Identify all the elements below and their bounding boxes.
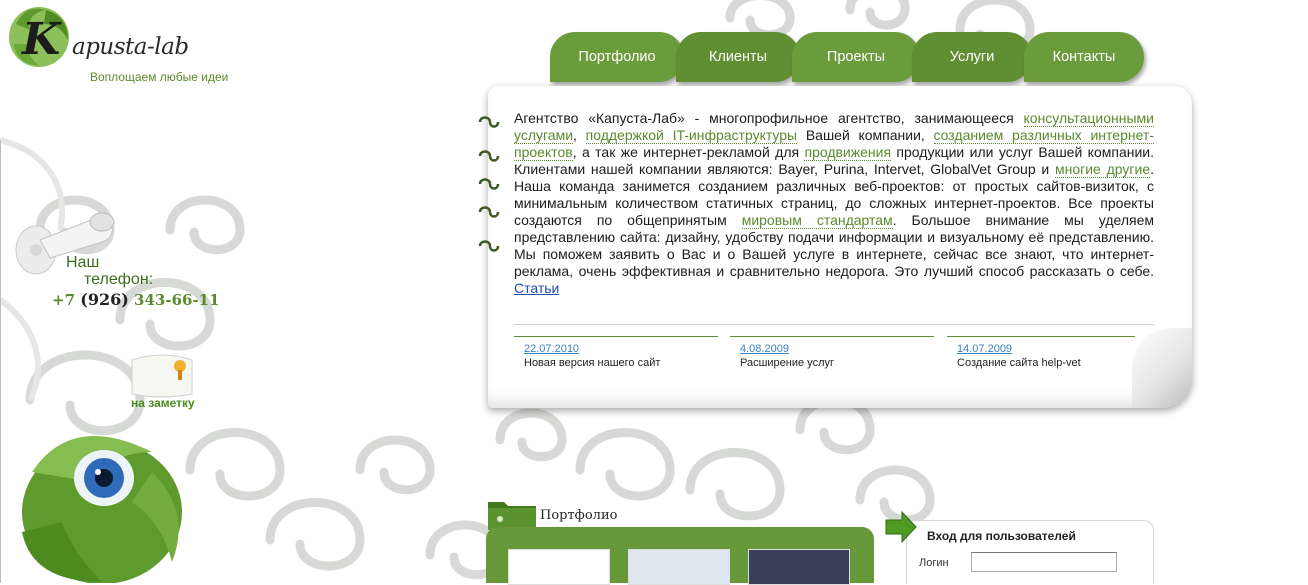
folder-icon — [488, 502, 536, 530]
news-title: Расширение услуг — [740, 357, 834, 369]
login-title: Вход для пользователей — [927, 529, 1076, 543]
intro-text-part: Агентство «Капуста-Лаб» - многопрофильно… — [514, 110, 1024, 126]
phone-code: (926) — [80, 290, 129, 309]
logo-slogan: Воплощаем любые идеи — [90, 70, 229, 84]
news-date-link[interactable]: 14.07.2009 — [957, 343, 1135, 355]
content-panel: Агентство «Капуста-Лаб» - многопрофильно… — [478, 86, 1192, 408]
news-item: 4.08.2009 Расширение услуг — [730, 336, 934, 369]
link-it-support[interactable]: поддержкой IT-инфраструктуры — [585, 127, 798, 144]
nav-item-contacts[interactable]: Контакты — [1024, 32, 1144, 82]
binder-ring-icon — [478, 206, 500, 218]
arrow-right-icon — [885, 510, 917, 544]
link-many-others[interactable]: многие другие — [1054, 161, 1151, 178]
logo[interactable]: K apusta-lab Воплощаем любые идеи — [6, 4, 246, 84]
sticky-note-icon[interactable] — [126, 350, 198, 398]
login-input[interactable] — [971, 552, 1117, 572]
cabbage-k-logo-icon: K — [9, 7, 69, 67]
phone-label-line: телефон: — [84, 271, 154, 288]
binder-ring-icon — [478, 116, 500, 128]
phone-label: Наш телефон: — [66, 254, 153, 288]
intro-text: Агентство «Капуста-Лаб» - многопрофильно… — [514, 110, 1154, 297]
portfolio-thumbnail[interactable] — [628, 549, 730, 585]
binder-ring-icon — [478, 240, 500, 252]
portfolio-title: Портфолио — [540, 508, 618, 523]
svg-text:K: K — [20, 14, 62, 65]
nav-item-clients[interactable]: Клиенты — [676, 32, 800, 82]
note-label[interactable]: на заметку — [131, 396, 195, 410]
intro-text-part: , — [573, 127, 586, 143]
news-date-link[interactable]: 4.08.2009 — [740, 343, 934, 355]
phone-number[interactable]: +7 (926) 343-66-11 — [52, 290, 220, 309]
main-nav: Портфолио Клиенты Проекты Услуги Контакт… — [550, 32, 1150, 82]
login-label: Логин — [919, 557, 949, 569]
cabbage-eye-mascot — [22, 436, 182, 583]
link-world-standards[interactable]: мировым стандартам — [741, 212, 893, 229]
phone-digits: 343-66-11 — [134, 291, 220, 309]
nav-item-projects[interactable]: Проекты — [792, 32, 920, 82]
news-title: Новая версия нашего сайт — [524, 357, 661, 369]
intro-text-part: , а так же интернет-рекламой для — [572, 144, 805, 160]
nav-item-services[interactable]: Услуги — [912, 32, 1032, 82]
news-item: 14.07.2009 Создание сайта help-vet — [947, 336, 1135, 369]
binder-ring-icon — [478, 178, 500, 190]
divider — [514, 324, 1154, 325]
portfolio-thumbnail[interactable] — [748, 549, 850, 585]
link-promotion[interactable]: продвижения — [804, 144, 892, 161]
logo-title: apusta-lab — [72, 34, 189, 60]
portfolio-panel — [486, 527, 874, 585]
phone-label-line: Наш — [66, 254, 100, 271]
news-item: 22.07.2010 Новая версия нашего сайт — [514, 336, 718, 369]
phone-prefix: +7 — [52, 291, 76, 309]
intro-text-part: Вашей компании, — [797, 127, 934, 143]
news-date-link[interactable]: 22.07.2010 — [524, 343, 718, 355]
page-curl — [1132, 328, 1192, 408]
nav-item-portfolio[interactable]: Портфолио — [550, 32, 684, 82]
news-title: Создание сайта help-vet — [957, 357, 1081, 369]
link-articles[interactable]: Статьи — [514, 280, 559, 296]
binder-ring-icon — [478, 150, 500, 162]
portfolio-thumbnail[interactable] — [508, 549, 610, 585]
login-panel: Вход для пользователей Логин — [906, 520, 1154, 584]
